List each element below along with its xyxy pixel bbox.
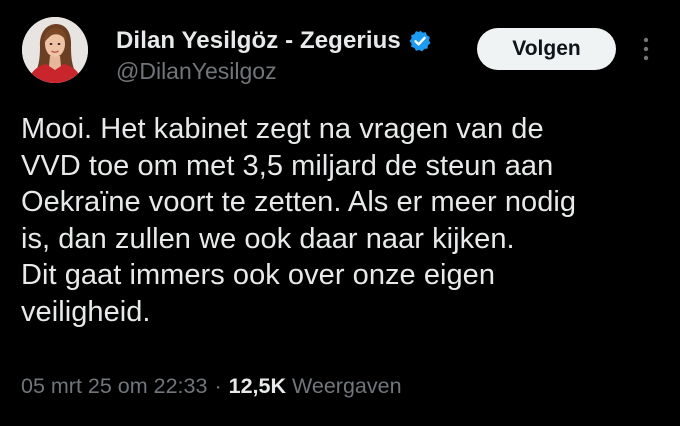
tweet-card: Dilan Yesilgöz - Zegerius @DilanYesilgoz… — [0, 0, 680, 426]
views-label: Weergaven — [291, 374, 402, 398]
verified-badge-icon[interactable] — [408, 29, 432, 53]
more-vertical-icon[interactable] — [640, 34, 652, 64]
profile-photo — [22, 17, 88, 83]
views-count: 12,5K — [228, 374, 286, 398]
meta-separator: · — [214, 374, 222, 398]
author-handle[interactable]: @DilanYesilgoz — [116, 58, 277, 85]
tweet-timestamp[interactable]: 05 mrt 25 om 22:33 — [21, 374, 207, 399]
author-name-row: Dilan Yesilgöz - Zegerius — [116, 27, 432, 55]
tweet-text: Mooi. Het kabinet zegt na vragen van de … — [21, 113, 577, 328]
follow-button[interactable]: Volgen — [477, 28, 616, 70]
tweet-meta: 05 mrt 25 om 22:33 · 12,5K Weergaven — [21, 374, 402, 399]
author-display-name[interactable]: Dilan Yesilgöz - Zegerius — [116, 27, 401, 55]
avatar[interactable] — [22, 17, 88, 83]
